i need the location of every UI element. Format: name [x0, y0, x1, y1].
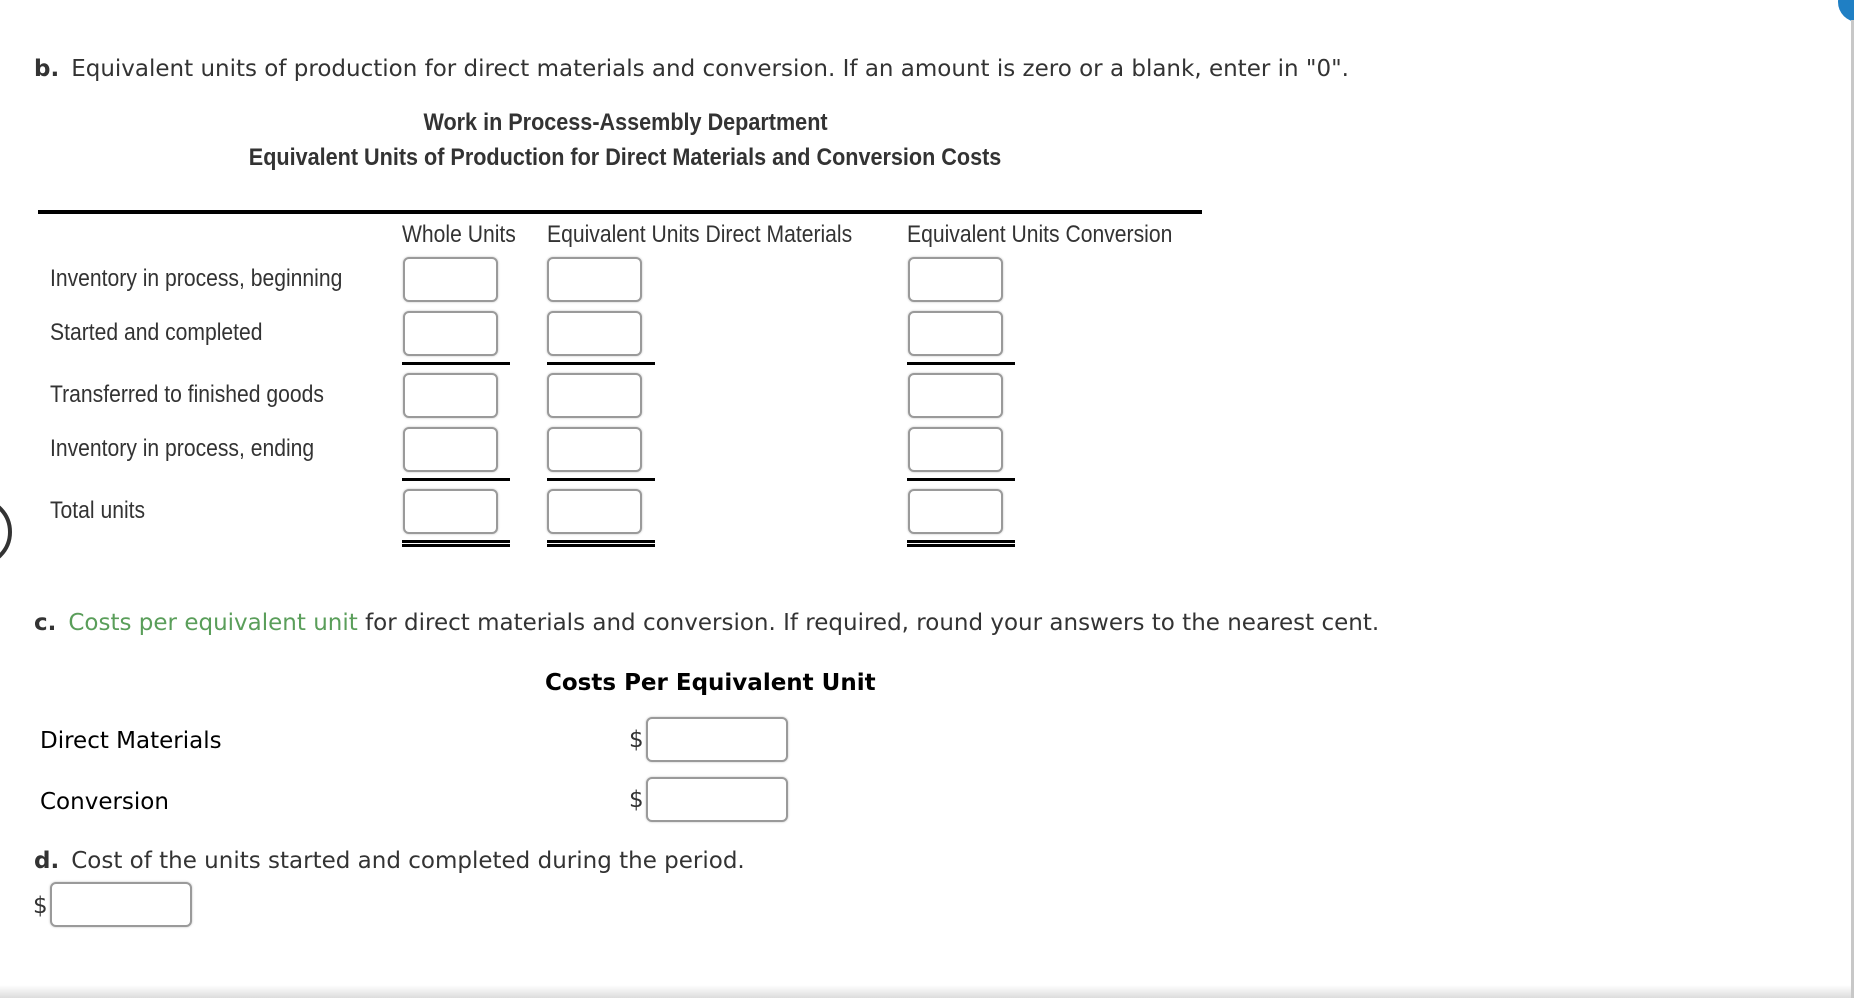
subtotal-rule — [547, 362, 655, 365]
whole-units-ending-input[interactable] — [403, 427, 498, 472]
table-title-text: Work in Process-Assembly Department — [423, 109, 829, 136]
part-b-letter: b. — [34, 56, 60, 82]
whole-units-started-completed-input[interactable] — [403, 311, 498, 356]
eu-dm-beginning-input[interactable] — [547, 257, 642, 302]
eu-conversion-started-completed-input[interactable] — [908, 311, 1003, 356]
row-label-beginning-inventory: Inventory in process, beginning — [50, 265, 343, 292]
table-subtitle-text: Equivalent Units of Production for Direc… — [248, 144, 1002, 171]
started-completed-cost-input[interactable] — [50, 882, 192, 927]
conversion-label: Conversion — [40, 789, 169, 815]
eu-dm-ending-input[interactable] — [547, 427, 642, 472]
part-c-instruction: c. Costs per equivalent unit for direct m… — [34, 608, 1379, 638]
part-b-instruction-text: Equivalent units of production for direc… — [71, 56, 1349, 82]
direct-materials-label: Direct Materials — [40, 728, 222, 754]
table-title: Work in Process-Assembly Department — [390, 108, 862, 138]
currency-symbol: $ — [629, 787, 644, 813]
eu-conversion-transferred-input[interactable] — [908, 373, 1003, 418]
conversion-cost-per-eu-input[interactable] — [646, 777, 788, 822]
currency-symbol: $ — [33, 893, 48, 919]
total-double-rule — [402, 540, 510, 547]
bottom-shadow — [0, 985, 1851, 998]
subtotal-rule — [402, 362, 510, 365]
eu-conversion-total-input[interactable] — [908, 489, 1003, 534]
costs-per-eu-heading: Costs Per Equivalent Unit — [545, 670, 876, 696]
row-label-transferred: Transferred to finished goods — [50, 381, 324, 408]
whole-units-beginning-input[interactable] — [403, 257, 498, 302]
eu-dm-transferred-input[interactable] — [547, 373, 642, 418]
total-double-rule — [907, 540, 1015, 547]
eu-dm-started-completed-input[interactable] — [547, 311, 642, 356]
table-subtitle: Equivalent Units of Production for Direc… — [160, 143, 1090, 173]
part-c-instruction-text: for direct materials and conversion. If … — [357, 610, 1380, 636]
subtotal-rule — [907, 362, 1015, 365]
part-d-instruction: d. Cost of the units started and complete… — [34, 846, 745, 876]
whole-units-transferred-input[interactable] — [403, 373, 498, 418]
row-label-started-completed: Started and completed — [50, 319, 263, 346]
row-label-total-units: Total units — [50, 497, 146, 524]
help-badge-icon[interactable] — [1838, 0, 1854, 22]
subtotal-rule — [402, 478, 510, 481]
whole-units-total-input[interactable] — [403, 489, 498, 534]
dm-cost-per-eu-input[interactable] — [646, 717, 788, 762]
row-label-ending-inventory: Inventory in process, ending — [50, 435, 315, 462]
subtotal-rule — [907, 478, 1015, 481]
column-header-eu-conversion: Equivalent Units Conversion — [907, 221, 1173, 248]
subtotal-rule — [547, 478, 655, 481]
eu-dm-total-input[interactable] — [547, 489, 642, 534]
eu-conversion-beginning-input[interactable] — [908, 257, 1003, 302]
table-top-rule — [38, 210, 1202, 214]
eu-conversion-ending-input[interactable] — [908, 427, 1003, 472]
part-d-instruction-text: Cost of the units started and completed … — [71, 848, 745, 874]
costs-per-equivalent-unit-link[interactable]: Costs per equivalent unit — [68, 610, 357, 636]
partial-ring-icon — [0, 497, 12, 567]
part-b-instruction: b. Equivalent units of production for dir… — [34, 54, 1349, 84]
currency-symbol: $ — [629, 727, 644, 753]
column-header-whole-units: Whole Units — [402, 221, 516, 248]
column-header-eu-direct-materials: Equivalent Units Direct Materials — [547, 221, 853, 248]
total-double-rule — [547, 540, 655, 547]
part-c-letter: c. — [34, 610, 57, 636]
part-d-letter: d. — [34, 848, 60, 874]
